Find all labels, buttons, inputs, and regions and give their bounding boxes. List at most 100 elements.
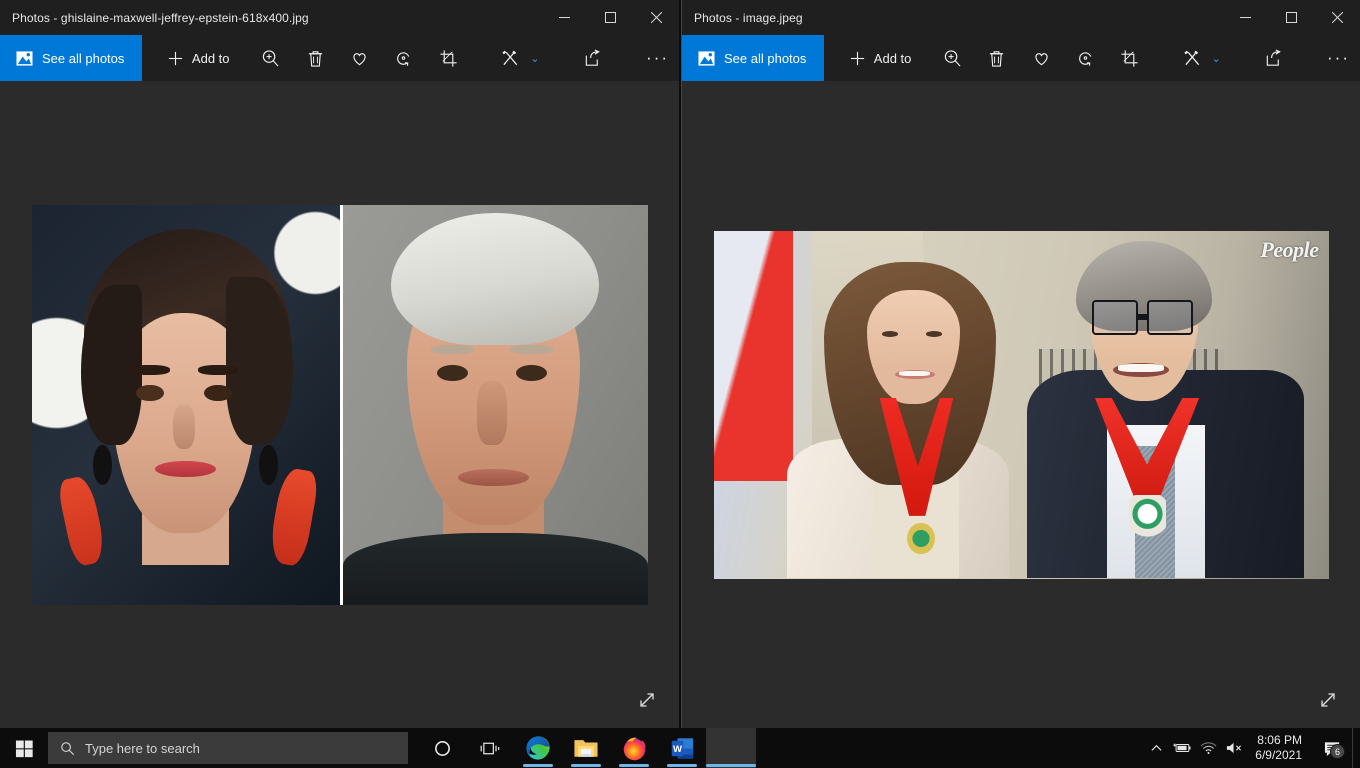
notifications-button[interactable]: 6 (1312, 728, 1352, 768)
photo-canvas-right[interactable]: People (682, 81, 1360, 728)
minimize-button-left[interactable] (541, 0, 587, 35)
plus-icon (167, 50, 184, 67)
french-flag (713, 230, 794, 482)
search-input[interactable]: Type here to search (48, 732, 408, 764)
taskbar-item-cortana[interactable] (418, 728, 466, 768)
enhance-button-right[interactable]: ⌄ (1173, 35, 1231, 81)
taskbar-item-microsoft-word[interactable]: W (658, 728, 706, 768)
add-to-label-right: Add to (873, 50, 912, 66)
favorite-button-left[interactable] (340, 35, 379, 81)
rotate-button-right[interactable] (1066, 35, 1105, 81)
minimize-button-right[interactable] (1222, 0, 1268, 35)
running-indicator (571, 764, 601, 767)
show-hidden-icons-button[interactable] (1143, 728, 1169, 768)
wifi-icon (1200, 742, 1217, 755)
chevron-down-icon[interactable]: ⌄ (530, 52, 539, 65)
zoom-icon (943, 49, 962, 68)
add-to-button-left[interactable]: Add to (157, 35, 240, 81)
people-watermark: People (1260, 236, 1319, 262)
start-button[interactable] (0, 728, 48, 768)
titlebar-right[interactable]: Photos - image.jpeg (682, 0, 1360, 35)
delete-button-left[interactable] (296, 35, 335, 81)
more-options-button-right[interactable]: ··· (1317, 35, 1360, 81)
battery-button[interactable] (1169, 728, 1195, 768)
taskbar-item-firefox[interactable] (610, 728, 658, 768)
add-to-label-left: Add to (191, 50, 230, 66)
delete-button-right[interactable] (977, 35, 1016, 81)
photo-image-right[interactable]: People (713, 230, 1329, 579)
taskbar-item-microsoft-edge[interactable] (514, 728, 562, 768)
photo-canvas-left[interactable] (0, 81, 679, 728)
photos-icon (698, 50, 715, 67)
photos-window-right[interactable]: Photos - image.jpeg See all photos Add t… (681, 0, 1360, 728)
zoom-button-right[interactable] (933, 35, 972, 81)
maximize-button-left[interactable] (587, 0, 633, 35)
favorite-button-right[interactable] (1022, 35, 1061, 81)
search-icon (60, 741, 75, 756)
caption-buttons-right (1222, 0, 1360, 35)
system-tray: 8:06 PM 6/9/2021 6 (1143, 728, 1360, 768)
clock-date: 6/9/2021 (1255, 748, 1302, 762)
rotate-button-left[interactable] (384, 35, 423, 81)
desktop: Photos - ghislaine-maxwell-jeffrey-epste… (0, 0, 1360, 768)
see-all-photos-button-left[interactable]: See all photos (0, 35, 143, 81)
crop-button-right[interactable] (1110, 35, 1149, 81)
taskbar-item-file-explorer[interactable] (562, 728, 610, 768)
clock[interactable]: 8:06 PM 6/9/2021 (1247, 733, 1312, 763)
titlebar-left[interactable]: Photos - ghislaine-maxwell-jeffrey-epste… (0, 0, 679, 35)
close-button-left[interactable] (633, 0, 679, 35)
chevron-up-icon (1151, 744, 1162, 751)
photos-icon (16, 50, 33, 67)
expand-button-left[interactable] (629, 682, 665, 718)
more-options-label-left: ··· (646, 48, 670, 67)
window-title-right: Photos - image.jpeg (694, 10, 803, 25)
taskbar-item-task-view[interactable] (466, 728, 514, 768)
crop-icon (1120, 49, 1139, 68)
see-all-photos-button-right[interactable]: See all photos (682, 35, 825, 81)
taskbar: Type here to search W 8:06 PM 6/9/2021 6 (0, 728, 1360, 768)
show-desktop-button[interactable] (1352, 728, 1360, 768)
heart-icon (350, 49, 369, 68)
taskbar-item-photos[interactable] (706, 728, 756, 768)
enhance-icon (1183, 49, 1202, 68)
crop-button-left[interactable] (429, 35, 468, 81)
photo-image-left[interactable] (31, 204, 648, 605)
enhance-button-left[interactable]: ⌄ (491, 35, 549, 81)
close-button-right[interactable] (1314, 0, 1360, 35)
toolbar-left: See all photos Add to ⌄ ··· (0, 35, 679, 81)
volume-button[interactable] (1221, 728, 1247, 768)
clock-time: 8:06 PM (1257, 733, 1302, 747)
photo-left-half-woman (31, 204, 340, 605)
more-options-button-left[interactable]: ··· (636, 35, 679, 81)
caption-buttons-left (541, 0, 679, 35)
cortana-icon (434, 740, 450, 756)
add-to-button-right[interactable]: Add to (839, 35, 922, 81)
network-button[interactable] (1195, 728, 1221, 768)
photos-window-left[interactable]: Photos - ghislaine-maxwell-jeffrey-epste… (0, 0, 680, 728)
notification-badge: 6 (1330, 744, 1345, 759)
maximize-button-right[interactable] (1268, 0, 1314, 35)
zoom-button-left[interactable] (251, 35, 290, 81)
microsoft-edge-icon (526, 736, 550, 760)
share-icon (1264, 48, 1283, 68)
see-all-photos-label-right: See all photos (724, 50, 807, 66)
running-indicator (619, 764, 649, 767)
expand-icon (637, 690, 657, 710)
chevron-down-icon[interactable]: ⌄ (1212, 52, 1221, 65)
see-all-photos-label-left: See all photos (42, 50, 125, 66)
windows-logo-icon (15, 740, 33, 757)
share-icon (583, 48, 602, 68)
expand-button-right[interactable] (1310, 682, 1346, 718)
task-view-icon (480, 742, 499, 754)
delete-icon (987, 49, 1006, 68)
share-button-right[interactable] (1254, 35, 1293, 81)
rotate-icon (1076, 49, 1095, 68)
running-indicator (523, 764, 553, 767)
volume-muted-icon (1226, 742, 1241, 754)
share-button-left[interactable] (573, 35, 612, 81)
